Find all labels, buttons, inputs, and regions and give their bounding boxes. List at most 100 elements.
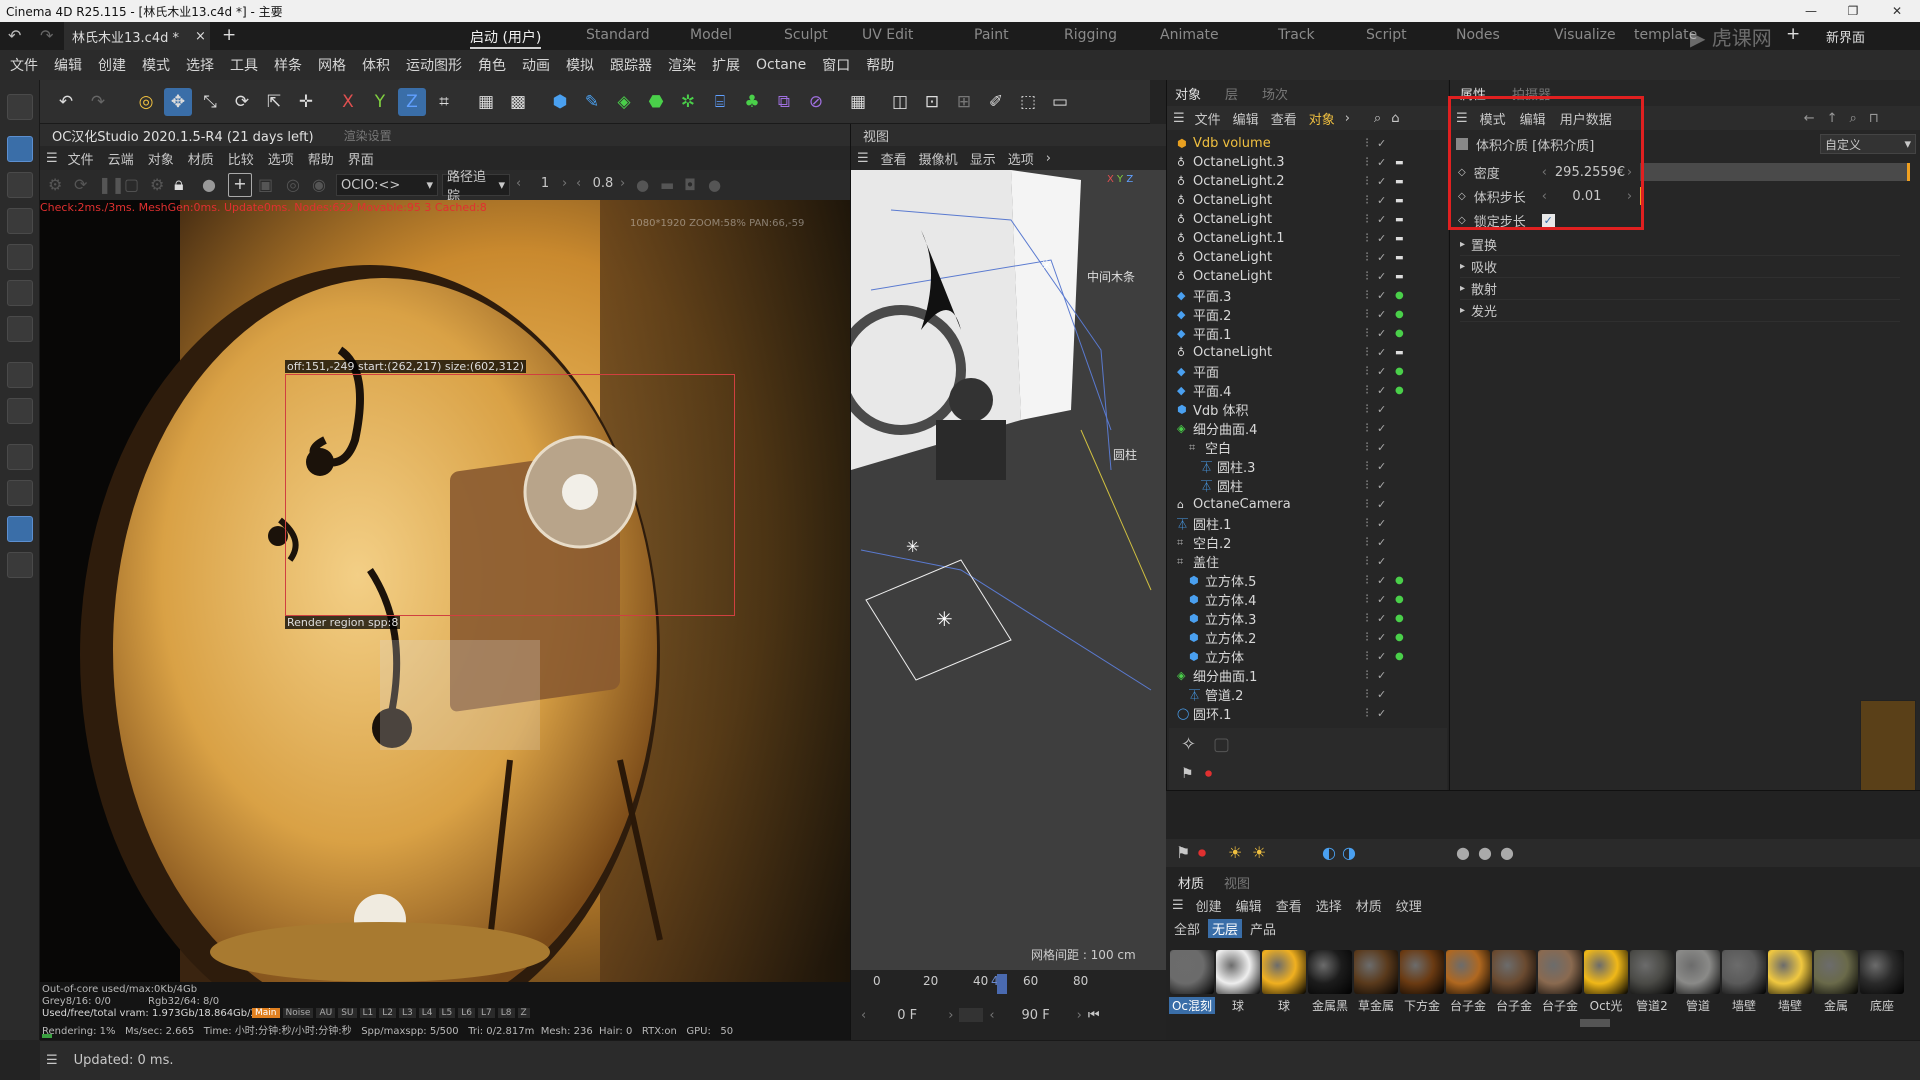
visibility-dots-icon[interactable]: ⁝ — [1365, 174, 1369, 189]
material-swatch[interactable] — [1860, 950, 1904, 994]
visibility-dots-icon[interactable]: ⁝ — [1365, 193, 1369, 208]
x-axis-icon[interactable]: X — [334, 88, 362, 116]
menu-item[interactable]: 窗口 — [822, 55, 850, 75]
object-row[interactable]: ◯ 圆环.1 ⁝ ✓ — [1167, 704, 1449, 723]
check-icon[interactable]: ✓ — [1377, 498, 1386, 511]
tag-icon[interactable]: ▬ — [1395, 234, 1404, 244]
ocio-dropdown[interactable]: OCIO:<> ▾ — [336, 174, 438, 196]
attribute-section[interactable]: ▸ 置换 — [1460, 234, 1900, 256]
camera-icon[interactable]: ◫ — [886, 88, 914, 116]
object-row[interactable]: ⬢ Vdb 体积 ⁝ ✓ — [1167, 400, 1449, 419]
render-region-box[interactable] — [285, 374, 735, 616]
axis-icon[interactable] — [7, 316, 33, 342]
grid-icon[interactable] — [7, 480, 33, 506]
restart-icon[interactable]: ⟳ — [74, 175, 87, 194]
document-tab[interactable]: 林氏木业13.c4d * × — [64, 22, 210, 50]
visibility-dots-icon[interactable]: ⁝ — [1365, 573, 1369, 588]
object-tab[interactable]: 层 — [1225, 84, 1238, 103]
material-swatch[interactable] — [1216, 950, 1260, 994]
object-row[interactable]: ♁ OctaneLight ⁝ ✓ ▬ — [1167, 248, 1449, 267]
viewport-menu-item[interactable]: 显示 — [970, 149, 996, 168]
object-row[interactable]: ⬢ Vdb volume ⁝ ✓ — [1167, 134, 1449, 153]
visibility-dots-icon[interactable]: ⁝ — [1365, 269, 1369, 284]
paint-icon[interactable]: ✐ — [982, 88, 1010, 116]
visibility-dots-icon[interactable]: ⁝ — [1365, 687, 1369, 702]
increment-icon[interactable]: › — [562, 176, 567, 191]
material-swatch[interactable] — [1492, 950, 1536, 994]
render-pass-tag[interactable]: Z — [517, 1008, 530, 1018]
solo-icon[interactable] — [7, 362, 33, 388]
menu-item[interactable]: 跟踪器 — [610, 55, 652, 75]
render-view[interactable]: Check:2ms./3ms. MeshGen:0ms. Update0ms. … — [40, 200, 850, 982]
search-icon[interactable]: ⌕ — [1850, 111, 1857, 126]
render-pass-tag[interactable]: Main — [252, 1008, 280, 1018]
material-tag-icon[interactable]: ● — [1395, 651, 1404, 662]
render-pass-tag[interactable]: Noise — [282, 1008, 314, 1018]
render-pass-tag[interactable]: AU — [316, 1008, 336, 1018]
go-start-icon[interactable]: ⏮ — [1088, 1008, 1100, 1023]
object-row[interactable]: ●球体.3⁝✓ — [1167, 723, 1449, 724]
object-row[interactable]: ⬢ 立方体 ⁝ ✓ ● — [1167, 647, 1449, 666]
3d-viewport[interactable]: ✳ ✳ ✳ X Y Z 中间木条 圆柱 网格间距 : 100 cm — [851, 170, 1166, 970]
decrement-icon[interactable]: ‹ — [989, 1008, 994, 1023]
object-row[interactable]: ◆ 平面.2 ⁝ ✓ ● — [1167, 305, 1449, 324]
check-icon[interactable]: ✓ — [1377, 384, 1386, 397]
material-tag-icon[interactable]: ● — [1395, 328, 1404, 339]
visibility-dots-icon[interactable]: ⁝ — [1365, 212, 1369, 227]
octane-menu-item[interactable]: 材质 — [188, 149, 214, 168]
material-swatch[interactable] — [1400, 950, 1444, 994]
check-icon[interactable]: ✓ — [1377, 308, 1386, 321]
material-tag-icon[interactable]: ● — [1395, 632, 1404, 643]
add-layout-icon[interactable]: + — [1786, 24, 1800, 44]
material-filter[interactable]: 无层 — [1208, 919, 1243, 938]
film-icon[interactable]: ▬ — [660, 176, 674, 194]
object-row[interactable]: ♁ OctaneLight ⁝ ✓ ▬ — [1167, 210, 1449, 229]
attribute-section[interactable]: ▸ 散射 — [1460, 278, 1900, 300]
octane-menu-item[interactable]: 界面 — [348, 149, 374, 168]
menu-item[interactable]: 创建 — [98, 55, 126, 75]
material-menu-item[interactable]: 创建 — [1196, 896, 1222, 915]
start-frame-field[interactable]: 0 F — [872, 1008, 942, 1023]
object-menu-item[interactable]: 查看 — [1271, 109, 1297, 128]
object-tab[interactable]: 对象 — [1175, 84, 1201, 103]
menu-item[interactable]: 渲染 — [668, 55, 696, 75]
more-icon[interactable]: › — [1345, 111, 1350, 126]
decrement-icon[interactable]: ‹ — [576, 176, 581, 191]
material-swatch[interactable] — [1814, 950, 1858, 994]
redo-icon[interactable]: ↷ — [40, 26, 53, 45]
visibility-dots-icon[interactable]: ⁝ — [1365, 706, 1369, 721]
menu-item[interactable]: 模拟 — [566, 55, 594, 75]
object-row[interactable]: ⬢ 立方体.4 ⁝ ✓ ● — [1167, 590, 1449, 609]
check-icon[interactable]: ✓ — [1377, 707, 1386, 720]
visibility-dots-icon[interactable]: ⁝ — [1365, 478, 1369, 493]
tag-icon[interactable]: ▬ — [1395, 158, 1404, 168]
menu-item[interactable]: 帮助 — [866, 55, 894, 75]
workplane-icon[interactable] — [7, 516, 33, 542]
tree-icon[interactable]: ♣ — [738, 88, 766, 116]
viewport-tab[interactable]: 视图 — [863, 126, 889, 145]
object-tab[interactable]: 场次 — [1262, 84, 1288, 103]
visibility-dots-icon[interactable]: ⁝ — [1365, 383, 1369, 398]
object-row[interactable]: ⬢ 立方体.5 ⁝ ✓ ● — [1167, 571, 1449, 590]
visibility-dots-icon[interactable]: ⁝ — [1365, 649, 1369, 664]
decrement-icon[interactable]: ‹ — [861, 1008, 866, 1023]
attribute-section[interactable]: ▸ 吸收 — [1460, 256, 1900, 278]
y-axis-icon[interactable]: Y — [366, 88, 394, 116]
layout-tab[interactable]: Script — [1366, 27, 1407, 43]
object-row[interactable]: ⏄ 圆柱.1 ⁝ ✓ — [1167, 514, 1449, 533]
check-icon[interactable]: ✓ — [1377, 688, 1386, 701]
visibility-dots-icon[interactable]: ⁝ — [1365, 326, 1369, 341]
material-menu-item[interactable]: 材质 — [1356, 896, 1382, 915]
pen-icon[interactable]: ✎ — [578, 88, 606, 116]
visibility-dots-icon[interactable]: ⁝ — [1365, 630, 1369, 645]
clay-icon[interactable]: ▣ — [258, 175, 273, 194]
increment-icon[interactable]: › — [620, 176, 625, 191]
back-icon[interactable]: ← — [1804, 111, 1815, 126]
material-tag-icon[interactable]: ● — [1395, 575, 1404, 586]
menu-item[interactable]: 扩展 — [712, 55, 740, 75]
deformer-icon[interactable]: ⌸ — [706, 88, 734, 116]
menu-item[interactable]: 文件 — [10, 55, 38, 75]
material-swatch[interactable] — [1446, 950, 1490, 994]
layout-tab[interactable]: Sculpt — [784, 27, 828, 43]
octane-menu-item[interactable]: 云端 — [108, 149, 134, 168]
